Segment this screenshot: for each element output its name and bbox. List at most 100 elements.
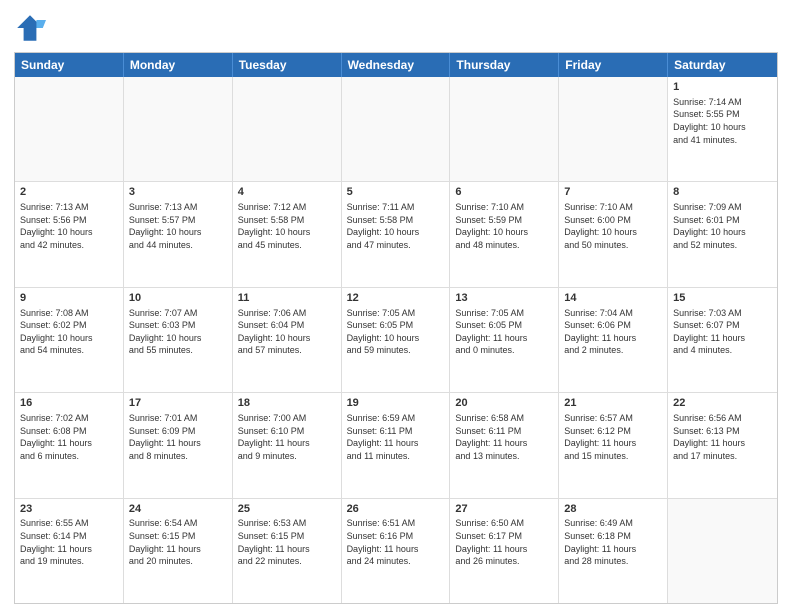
day-cell-6: 6Sunrise: 7:10 AM Sunset: 5:59 PM Daylig… [450,182,559,286]
day-number: 17 [129,396,227,411]
day-cell-13: 13Sunrise: 7:05 AM Sunset: 6:05 PM Dayli… [450,288,559,392]
empty-cell-0-0 [15,77,124,181]
day-number: 14 [564,291,662,306]
day-number: 12 [347,291,445,306]
day-info: Sunrise: 7:11 AM Sunset: 5:58 PM Dayligh… [347,201,445,251]
weekday-header-thursday: Thursday [450,53,559,77]
weekday-header-tuesday: Tuesday [233,53,342,77]
day-number: 2 [20,185,118,200]
day-cell-26: 26Sunrise: 6:51 AM Sunset: 6:16 PM Dayli… [342,499,451,603]
day-info: Sunrise: 7:07 AM Sunset: 6:03 PM Dayligh… [129,307,227,357]
day-number: 1 [673,80,772,95]
header [14,12,778,44]
calendar-row-1: 2Sunrise: 7:13 AM Sunset: 5:56 PM Daylig… [15,181,777,286]
day-number: 21 [564,396,662,411]
day-info: Sunrise: 7:06 AM Sunset: 6:04 PM Dayligh… [238,307,336,357]
weekday-header-saturday: Saturday [668,53,777,77]
day-info: Sunrise: 7:04 AM Sunset: 6:06 PM Dayligh… [564,307,662,357]
day-info: Sunrise: 7:05 AM Sunset: 6:05 PM Dayligh… [455,307,553,357]
day-cell-4: 4Sunrise: 7:12 AM Sunset: 5:58 PM Daylig… [233,182,342,286]
day-cell-22: 22Sunrise: 6:56 AM Sunset: 6:13 PM Dayli… [668,393,777,497]
day-cell-27: 27Sunrise: 6:50 AM Sunset: 6:17 PM Dayli… [450,499,559,603]
day-cell-5: 5Sunrise: 7:11 AM Sunset: 5:58 PM Daylig… [342,182,451,286]
day-number: 26 [347,502,445,517]
empty-cell-0-1 [124,77,233,181]
day-number: 7 [564,185,662,200]
empty-cell-0-2 [233,77,342,181]
day-info: Sunrise: 6:59 AM Sunset: 6:11 PM Dayligh… [347,412,445,462]
day-info: Sunrise: 6:53 AM Sunset: 6:15 PM Dayligh… [238,517,336,567]
day-number: 11 [238,291,336,306]
day-info: Sunrise: 7:03 AM Sunset: 6:07 PM Dayligh… [673,307,772,357]
day-info: Sunrise: 7:13 AM Sunset: 5:56 PM Dayligh… [20,201,118,251]
day-number: 27 [455,502,553,517]
calendar-row-3: 16Sunrise: 7:02 AM Sunset: 6:08 PM Dayli… [15,392,777,497]
day-number: 25 [238,502,336,517]
day-info: Sunrise: 7:01 AM Sunset: 6:09 PM Dayligh… [129,412,227,462]
day-number: 3 [129,185,227,200]
day-cell-16: 16Sunrise: 7:02 AM Sunset: 6:08 PM Dayli… [15,393,124,497]
day-cell-23: 23Sunrise: 6:55 AM Sunset: 6:14 PM Dayli… [15,499,124,603]
empty-cell-4-6 [668,499,777,603]
day-cell-14: 14Sunrise: 7:04 AM Sunset: 6:06 PM Dayli… [559,288,668,392]
day-number: 19 [347,396,445,411]
day-cell-15: 15Sunrise: 7:03 AM Sunset: 6:07 PM Dayli… [668,288,777,392]
page: SundayMondayTuesdayWednesdayThursdayFrid… [0,0,792,612]
day-number: 5 [347,185,445,200]
day-cell-17: 17Sunrise: 7:01 AM Sunset: 6:09 PM Dayli… [124,393,233,497]
day-info: Sunrise: 7:13 AM Sunset: 5:57 PM Dayligh… [129,201,227,251]
day-info: Sunrise: 6:57 AM Sunset: 6:12 PM Dayligh… [564,412,662,462]
day-number: 8 [673,185,772,200]
day-cell-1: 1Sunrise: 7:14 AM Sunset: 5:55 PM Daylig… [668,77,777,181]
day-cell-25: 25Sunrise: 6:53 AM Sunset: 6:15 PM Dayli… [233,499,342,603]
day-info: Sunrise: 6:54 AM Sunset: 6:15 PM Dayligh… [129,517,227,567]
day-info: Sunrise: 6:55 AM Sunset: 6:14 PM Dayligh… [20,517,118,567]
day-cell-19: 19Sunrise: 6:59 AM Sunset: 6:11 PM Dayli… [342,393,451,497]
calendar-header: SundayMondayTuesdayWednesdayThursdayFrid… [15,53,777,77]
day-info: Sunrise: 6:58 AM Sunset: 6:11 PM Dayligh… [455,412,553,462]
empty-cell-0-3 [342,77,451,181]
day-number: 15 [673,291,772,306]
day-number: 18 [238,396,336,411]
calendar-row-2: 9Sunrise: 7:08 AM Sunset: 6:02 PM Daylig… [15,287,777,392]
day-cell-28: 28Sunrise: 6:49 AM Sunset: 6:18 PM Dayli… [559,499,668,603]
weekday-header-friday: Friday [559,53,668,77]
day-number: 28 [564,502,662,517]
calendar-row-4: 23Sunrise: 6:55 AM Sunset: 6:14 PM Dayli… [15,498,777,603]
empty-cell-0-5 [559,77,668,181]
day-cell-3: 3Sunrise: 7:13 AM Sunset: 5:57 PM Daylig… [124,182,233,286]
day-number: 16 [20,396,118,411]
logo [14,12,50,44]
day-info: Sunrise: 7:10 AM Sunset: 6:00 PM Dayligh… [564,201,662,251]
day-info: Sunrise: 7:14 AM Sunset: 5:55 PM Dayligh… [673,96,772,146]
day-info: Sunrise: 6:50 AM Sunset: 6:17 PM Dayligh… [455,517,553,567]
weekday-header-monday: Monday [124,53,233,77]
empty-cell-0-4 [450,77,559,181]
day-cell-18: 18Sunrise: 7:00 AM Sunset: 6:10 PM Dayli… [233,393,342,497]
day-info: Sunrise: 6:49 AM Sunset: 6:18 PM Dayligh… [564,517,662,567]
day-number: 10 [129,291,227,306]
calendar-body: 1Sunrise: 7:14 AM Sunset: 5:55 PM Daylig… [15,77,777,603]
day-number: 23 [20,502,118,517]
day-cell-7: 7Sunrise: 7:10 AM Sunset: 6:00 PM Daylig… [559,182,668,286]
day-cell-12: 12Sunrise: 7:05 AM Sunset: 6:05 PM Dayli… [342,288,451,392]
day-number: 24 [129,502,227,517]
weekday-header-wednesday: Wednesday [342,53,451,77]
day-cell-11: 11Sunrise: 7:06 AM Sunset: 6:04 PM Dayli… [233,288,342,392]
day-info: Sunrise: 6:56 AM Sunset: 6:13 PM Dayligh… [673,412,772,462]
day-cell-9: 9Sunrise: 7:08 AM Sunset: 6:02 PM Daylig… [15,288,124,392]
day-cell-24: 24Sunrise: 6:54 AM Sunset: 6:15 PM Dayli… [124,499,233,603]
day-info: Sunrise: 7:09 AM Sunset: 6:01 PM Dayligh… [673,201,772,251]
day-number: 6 [455,185,553,200]
day-info: Sunrise: 7:02 AM Sunset: 6:08 PM Dayligh… [20,412,118,462]
day-number: 20 [455,396,553,411]
day-cell-8: 8Sunrise: 7:09 AM Sunset: 6:01 PM Daylig… [668,182,777,286]
logo-icon [14,12,46,44]
calendar: SundayMondayTuesdayWednesdayThursdayFrid… [14,52,778,604]
day-number: 13 [455,291,553,306]
day-info: Sunrise: 7:05 AM Sunset: 6:05 PM Dayligh… [347,307,445,357]
day-cell-10: 10Sunrise: 7:07 AM Sunset: 6:03 PM Dayli… [124,288,233,392]
day-info: Sunrise: 7:12 AM Sunset: 5:58 PM Dayligh… [238,201,336,251]
day-cell-21: 21Sunrise: 6:57 AM Sunset: 6:12 PM Dayli… [559,393,668,497]
day-info: Sunrise: 7:08 AM Sunset: 6:02 PM Dayligh… [20,307,118,357]
